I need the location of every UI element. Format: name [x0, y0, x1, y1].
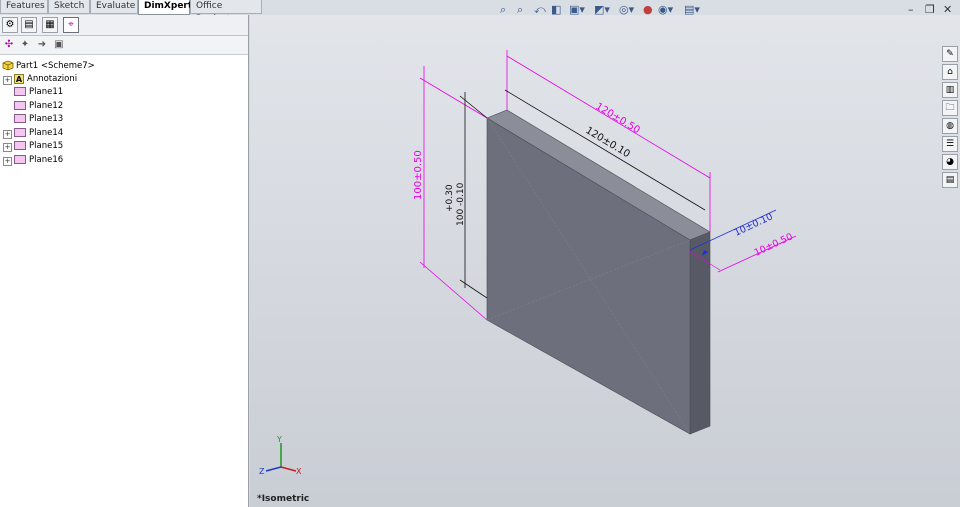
extension-line [459, 279, 488, 299]
x-axis-line [280, 466, 297, 472]
dim-height-tol-upper[interactable]: +0.30 [445, 184, 455, 212]
view-orientation-label: *Isometric [257, 494, 310, 504]
model-canvas: 120±0.50 120±0.10 100±0.50 +0.30 100 -0.… [259, 50, 797, 476]
x-axis-label: X [296, 467, 302, 476]
dim-width-inner[interactable]: 120±0.10 [583, 125, 631, 160]
extension-line [459, 95, 488, 119]
z-axis-label: Z [259, 467, 265, 476]
dim-height-tol-main[interactable]: 100 -0.10 [456, 182, 466, 226]
z-axis-line [265, 466, 282, 472]
extension-line [419, 77, 488, 119]
dim-thickness-inner[interactable]: 10±0.10 [733, 211, 775, 238]
dim-thickness-outer[interactable]: 10±0.50 [753, 231, 795, 258]
y-axis-label: Y [276, 435, 282, 444]
dim-height-outer[interactable]: 100±0.50 [413, 150, 424, 200]
coordinate-triad: Y X Z [259, 435, 302, 476]
dim-width-outer[interactable]: 120±0.50 [593, 101, 641, 136]
